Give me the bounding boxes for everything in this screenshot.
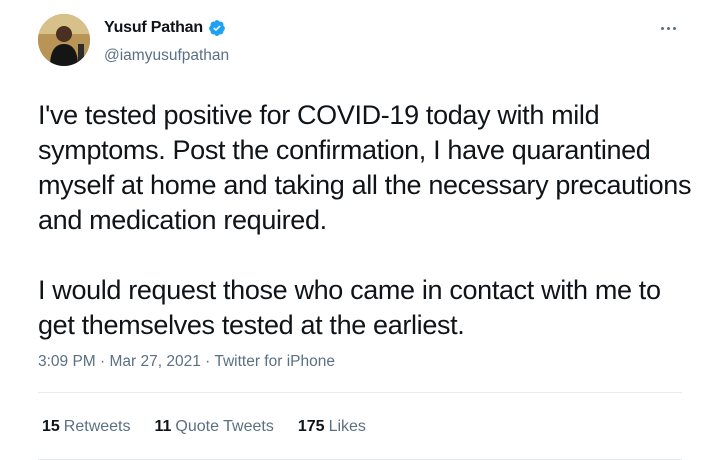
verified-badge-icon [208,19,226,37]
quote-tweets-stat[interactable]: 11 Quote Tweets [155,418,274,436]
engagement-stats: 15 Retweets 11 Quote Tweets 175 Likes [42,418,390,436]
author-handle[interactable]: @iamyusufpathan [104,47,229,65]
tweet-time-link[interactable]: 3:09 PM · Mar 27, 2021 [38,353,201,370]
tweet-meta: 3:09 PM · Mar 27, 2021 · Twitter for iPh… [38,353,335,371]
avatar-photo [38,14,90,66]
tweet-time: 3:09 PM [38,353,96,370]
more-options-icon[interactable] [656,16,680,40]
divider [38,392,682,393]
avatar[interactable] [38,14,90,66]
author-name-row: Yusuf Pathan [104,19,226,37]
likes-stat[interactable]: 175 Likes [298,418,366,436]
retweets-stat[interactable]: 15 Retweets [42,418,131,436]
meta-separator: · [95,353,110,370]
likes-label: Likes [328,418,366,435]
retweets-label: Retweets [63,418,131,435]
tweet-paragraph: I've tested positive for COVID-19 today … [38,100,692,235]
retweets-count: 15 [42,418,60,435]
tweet-card: Yusuf Pathan @iamyusufpathan I've tested… [0,0,720,460]
tweet-source-link[interactable]: Twitter for iPhone [214,353,335,370]
quote-tweets-label: Quote Tweets [175,418,274,435]
tweet-date: Mar 27, 2021 [109,353,201,370]
quote-tweets-count: 11 [154,418,172,435]
author-display-name[interactable]: Yusuf Pathan [104,19,203,37]
meta-separator: · [200,353,215,370]
tweet-paragraph: I would request those who came in contac… [38,275,661,340]
likes-count: 175 [297,418,325,435]
tweet-text: I've tested positive for COVID-19 today … [38,98,698,343]
